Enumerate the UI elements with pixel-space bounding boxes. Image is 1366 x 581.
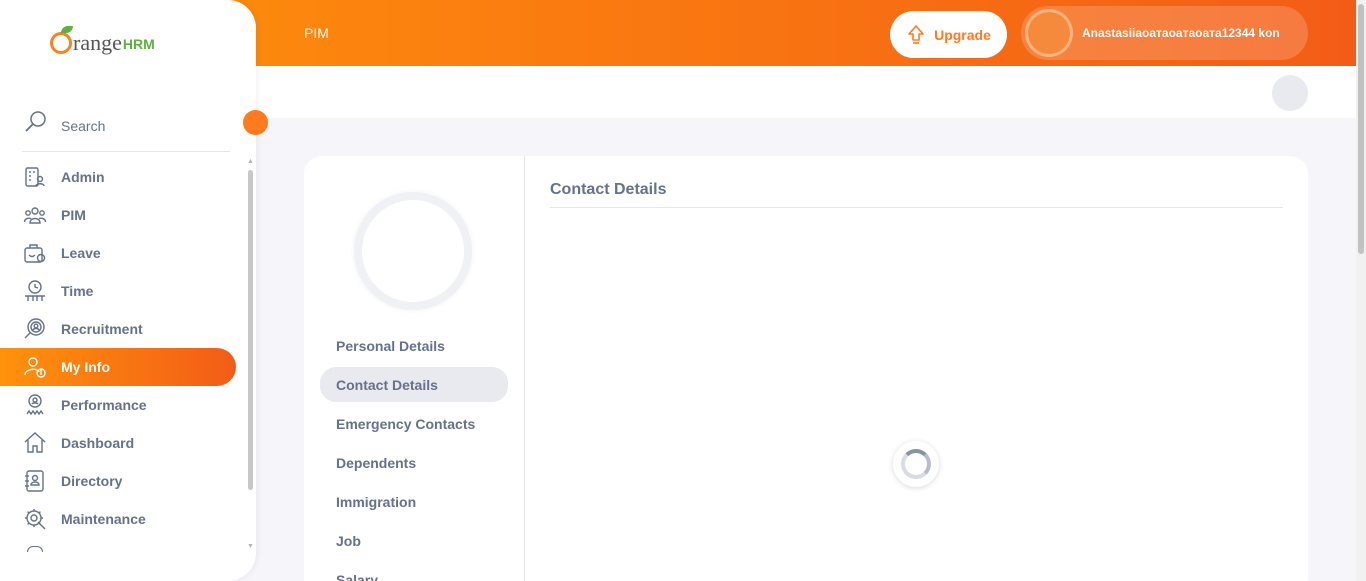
sidebar-item-label: Admin (61, 169, 105, 185)
sidebar-toggle-button[interactable] (243, 110, 268, 135)
pim-icon (23, 207, 47, 224)
sidebar-item-recruitment[interactable]: Recruitment (0, 310, 246, 348)
sidebar-item-performance[interactable]: Performance (0, 386, 246, 424)
sidebar-item-time[interactable]: Time (0, 272, 246, 310)
sub-header (256, 66, 1356, 118)
brand-text: range (73, 30, 122, 55)
sidebar-item-label: Leave (61, 245, 101, 261)
brand-o-mark (50, 26, 73, 54)
user-avatar (1025, 9, 1073, 57)
maintenance-icon (25, 509, 46, 530)
page-title: Contact Details (550, 181, 667, 198)
dashboard-icon (24, 432, 46, 453)
sidebar-item-label: PIM (61, 207, 86, 223)
scroll-up-arrow-icon[interactable]: ▲ (247, 158, 254, 165)
tab-personal-details[interactable]: Personal Details (320, 328, 508, 363)
tab-contact-details[interactable]: Contact Details (320, 367, 508, 402)
help-button[interactable] (1272, 75, 1308, 111)
sidebar-item-pim[interactable]: PIM (0, 196, 246, 234)
sidebar-search (22, 110, 230, 152)
tab-salary[interactable]: Salary (320, 562, 508, 581)
tab-emergency-contacts[interactable]: Emergency Contacts (320, 406, 508, 441)
page-scrollbar[interactable] (1356, 0, 1366, 581)
sidebar-item-label: Directory (61, 473, 123, 489)
sidebar-item-label: Time (61, 283, 94, 299)
tab-dependents[interactable]: Dependents (320, 445, 508, 480)
sidebar-item-directory[interactable]: Directory (0, 462, 246, 500)
profile-tabs: Personal Details Contact Details Emergen… (320, 328, 508, 581)
sidebar-item-admin[interactable]: Admin (0, 158, 246, 196)
search-input[interactable] (61, 118, 221, 134)
sidebar-item-label: My Info (61, 359, 110, 375)
sidebar-item-maintenance[interactable]: Maintenance (0, 500, 246, 538)
sidebar: range HRM Admin PIM Leave Time Recruitme… (0, 0, 256, 581)
recruitment-icon (24, 318, 45, 339)
brand-logo: range HRM (50, 26, 155, 55)
loading-spinner (893, 441, 939, 487)
sidebar-scroll-thumb[interactable] (248, 170, 253, 490)
module-title: PIM (304, 25, 329, 41)
time-icon (25, 280, 45, 301)
directory-icon (25, 470, 44, 492)
user-name: Anastasiiaoатаоатаоата12344 kon (1082, 26, 1280, 40)
profile-side-panel: Personal Details Contact Details Emergen… (304, 156, 525, 581)
tab-job[interactable]: Job (320, 523, 508, 558)
title-divider (550, 207, 1283, 208)
user-dropdown[interactable]: Anastasiiaoатаоатаоата12344 kon (1021, 6, 1308, 60)
sidebar-item-label: Recruitment (61, 321, 143, 337)
menu-next-item-icon (27, 546, 43, 552)
my-info-icon (24, 357, 46, 378)
employee-details-card: Personal Details Contact Details Emergen… (304, 156, 1308, 581)
scroll-down-arrow-icon[interactable]: ▼ (247, 543, 254, 550)
leave-icon (24, 244, 46, 263)
upgrade-button[interactable]: Upgrade (890, 11, 1007, 58)
sidebar-item-label: Maintenance (61, 511, 146, 527)
sidebar-item-dashboard[interactable]: Dashboard (0, 424, 246, 462)
admin-icon (25, 167, 45, 187)
sidebar-scrollbar[interactable]: ▲ ▼ (246, 158, 254, 550)
page-scroll-thumb[interactable] (1358, 4, 1364, 254)
sidebar-item-my-info[interactable]: My Info (0, 348, 236, 386)
tab-immigration[interactable]: Immigration (320, 484, 508, 519)
brand-hrm: HRM (122, 36, 155, 52)
sidebar-item-label: Dashboard (61, 435, 135, 451)
performance-icon (26, 394, 44, 416)
profile-picture[interactable] (354, 192, 472, 310)
upgrade-label: Upgrade (934, 26, 991, 43)
main-menu: Admin PIM Leave Time Recruitment My Info… (0, 158, 246, 538)
upgrade-arrow-icon (908, 24, 924, 44)
search-icon (25, 111, 46, 132)
sidebar-item-leave[interactable]: Leave (0, 234, 246, 272)
spinner-icon (901, 449, 931, 479)
sidebar-item-label: Performance (61, 397, 147, 413)
